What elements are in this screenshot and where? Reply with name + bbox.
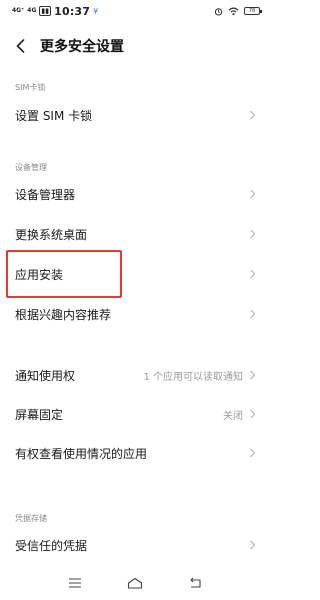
- section-label-credential-storage: 凭据存储: [15, 514, 47, 523]
- row-interest-recommendation[interactable]: 根据兴趣内容推荐: [0, 295, 270, 333]
- back-arrow-icon: [16, 39, 24, 53]
- section-label-sim-lock: SIM卡锁: [15, 83, 46, 92]
- menu-icon: [69, 578, 81, 588]
- row-label: 设置 SIM 卡锁: [15, 108, 93, 123]
- back-nav-button[interactable]: [180, 571, 210, 595]
- signal-icon-1: 4G⁺: [12, 7, 25, 14]
- chevron-right-icon: [250, 229, 256, 239]
- signal-icon-2: 4G: [27, 7, 37, 14]
- row-device-manager[interactable]: 设备管理器: [0, 175, 270, 213]
- chevron-right-icon: [250, 309, 256, 319]
- row-value: 1 个应用可以读取通知: [143, 371, 243, 383]
- row-screen-pinning[interactable]: 屏幕固定 关闭: [0, 395, 270, 433]
- chevron-right-icon: [250, 110, 256, 120]
- battery-icon: 78: [244, 7, 262, 15]
- wifi-hd-icon: ▮▮: [39, 6, 52, 16]
- alarm-icon: [214, 7, 223, 16]
- chevron-right-icon: [250, 370, 256, 380]
- highlight-box: [6, 250, 122, 298]
- row-value: 关闭: [223, 410, 243, 422]
- status-right: 78: [214, 7, 262, 16]
- clock: 10:37: [54, 4, 91, 18]
- navigation-bar: [0, 566, 270, 600]
- home-button[interactable]: [120, 571, 150, 595]
- row-label: 屏幕固定: [15, 407, 64, 422]
- row-label: 通知使用权: [15, 368, 76, 383]
- page-title: 更多安全设置: [40, 39, 124, 55]
- row-label: 根据兴趣内容推荐: [15, 307, 112, 322]
- row-label: 受信任的凭据: [15, 538, 88, 553]
- chevron-right-icon: [250, 269, 256, 279]
- return-icon: [190, 577, 201, 588]
- row-trusted-credentials[interactable]: 受信任的凭据: [0, 526, 270, 564]
- notification-icon: ¥: [93, 6, 99, 16]
- row-usage-access[interactable]: 有权查看使用情况的应用: [0, 434, 270, 472]
- row-label: 有权查看使用情况的应用: [15, 446, 148, 461]
- status-left: 4G⁺ 4G ▮▮ 10:37 ¥: [12, 5, 98, 18]
- menu-button[interactable]: [60, 571, 90, 595]
- row-notification-access[interactable]: 通知使用权 1 个应用可以读取通知: [0, 356, 270, 394]
- status-bar: 4G⁺ 4G ▮▮ 10:37 ¥ 78: [0, 0, 270, 22]
- chevron-right-icon: [250, 448, 256, 458]
- chevron-right-icon: [250, 409, 256, 419]
- section-label-device-management: 设备管理: [15, 163, 47, 172]
- row-label: 更换系统桌面: [15, 227, 88, 242]
- row-set-sim-lock[interactable]: 设置 SIM 卡锁: [0, 96, 270, 134]
- header: 更多安全设置: [0, 30, 270, 62]
- home-icon: [127, 577, 143, 589]
- chevron-right-icon: [250, 540, 256, 550]
- back-button[interactable]: [0, 30, 40, 62]
- row-change-launcher[interactable]: 更换系统桌面: [0, 215, 270, 253]
- wifi-icon: [228, 7, 239, 15]
- chevron-right-icon: [250, 189, 256, 199]
- row-label: 设备管理器: [15, 187, 76, 202]
